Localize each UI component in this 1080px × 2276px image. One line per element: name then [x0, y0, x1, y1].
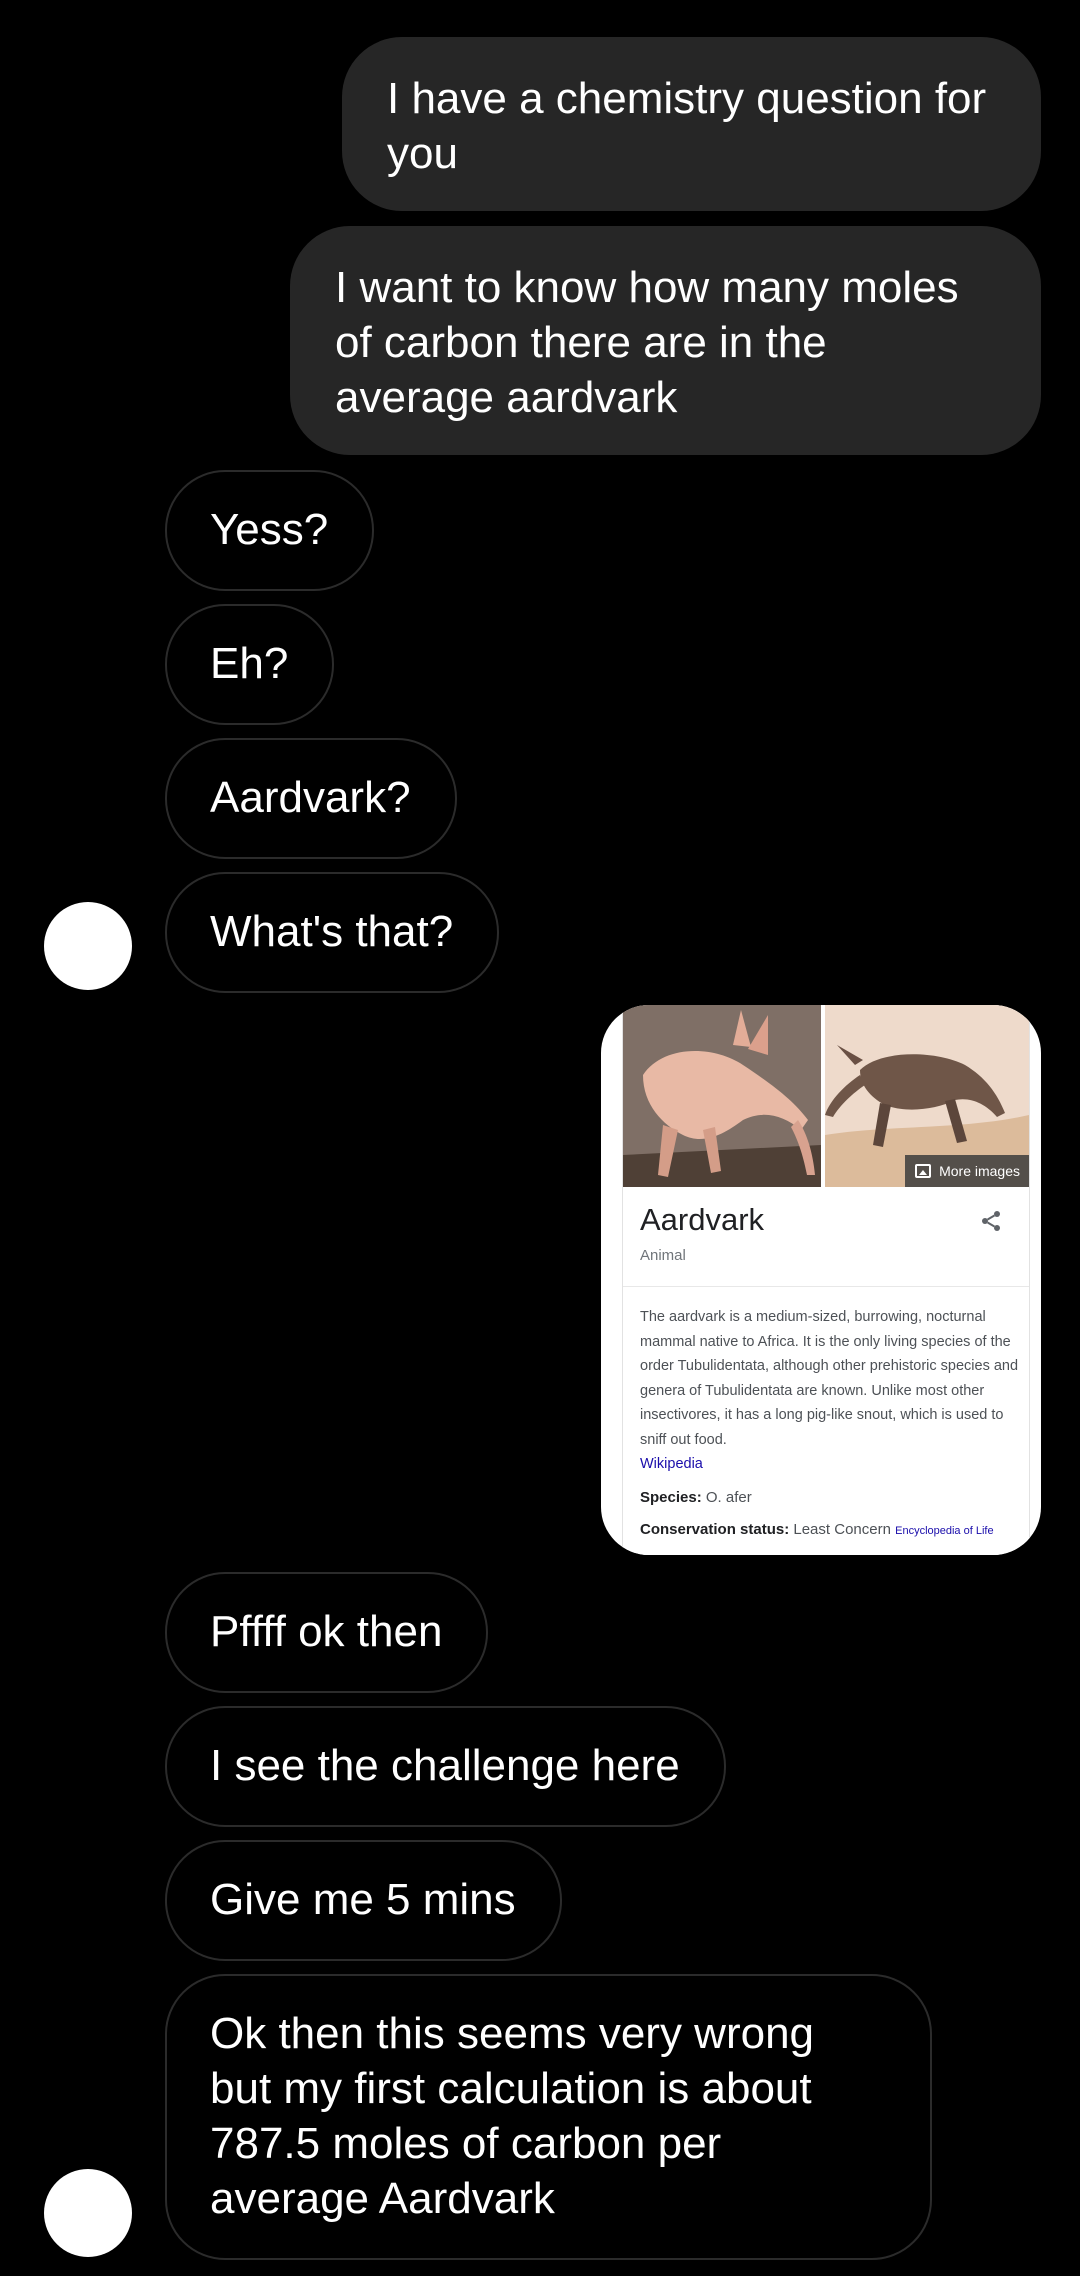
- conservation-source-link[interactable]: Encyclopedia of Life: [895, 1525, 993, 1537]
- message-text: Ok then this seems very wrong but my fir…: [210, 2009, 815, 2223]
- card-description: The aardvark is a medium-sized, burrowin…: [640, 1305, 1020, 1477]
- share-icon[interactable]: [979, 1209, 1003, 1233]
- message-text: Yess?: [210, 505, 329, 554]
- wikipedia-link[interactable]: Wikipedia: [640, 1456, 703, 1472]
- received-message[interactable]: Eh?: [165, 604, 335, 725]
- received-message[interactable]: Give me 5 mins: [165, 1840, 562, 1961]
- shared-image-message[interactable]: More images Aardvark Animal The aardvark…: [601, 1005, 1041, 1555]
- divider: [623, 1286, 1029, 1287]
- image-icon: [915, 1164, 932, 1178]
- conservation-fact: Conservation status: Least Concern Encyc…: [640, 1521, 994, 1538]
- received-message[interactable]: I see the challenge here: [165, 1706, 726, 1827]
- species-value: O. afer: [705, 1489, 752, 1506]
- species-label: Species:: [640, 1489, 702, 1506]
- card-title: Aardvark: [640, 1202, 765, 1237]
- sent-message[interactable]: I want to know how many moles of carbon …: [290, 226, 1041, 455]
- description-text: The aardvark is a medium-sized, burrowin…: [640, 1309, 1019, 1448]
- received-message[interactable]: Aardvark?: [165, 738, 457, 859]
- message-text: I have a chemistry question for you: [387, 74, 987, 178]
- avatar[interactable]: [44, 2169, 132, 2257]
- message-text: What's that?: [210, 907, 454, 956]
- sent-message[interactable]: I have a chemistry question for you: [342, 37, 1041, 211]
- conservation-label: Conservation status:: [640, 1521, 790, 1538]
- message-text: Eh?: [210, 639, 289, 688]
- avatar[interactable]: [44, 902, 132, 990]
- image-strip: More images: [623, 1005, 1029, 1187]
- more-images-label: More images: [939, 1163, 1020, 1179]
- received-message[interactable]: Pffff ok then: [165, 1572, 489, 1693]
- aardvark-photo-graphic: [623, 1005, 821, 1187]
- received-message[interactable]: What's that?: [165, 872, 500, 993]
- card-subtitle: Animal: [640, 1247, 686, 1264]
- message-text: I see the challenge here: [210, 1741, 680, 1790]
- message-text: I want to know how many moles of carbon …: [335, 263, 959, 422]
- message-text: Pffff ok then: [210, 1607, 443, 1656]
- species-fact: Species: O. afer: [640, 1489, 752, 1506]
- knowledge-panel-card: More images Aardvark Animal The aardvark…: [622, 1005, 1030, 1555]
- message-text: Give me 5 mins: [210, 1875, 516, 1924]
- message-text: Aardvark?: [210, 773, 411, 822]
- received-message[interactable]: Ok then this seems very wrong but my fir…: [165, 1974, 932, 2260]
- more-images-button[interactable]: More images: [905, 1155, 1029, 1187]
- received-message[interactable]: Yess?: [165, 470, 375, 591]
- aardvark-photo: [623, 1005, 821, 1187]
- conservation-value: Least Concern: [793, 1521, 891, 1538]
